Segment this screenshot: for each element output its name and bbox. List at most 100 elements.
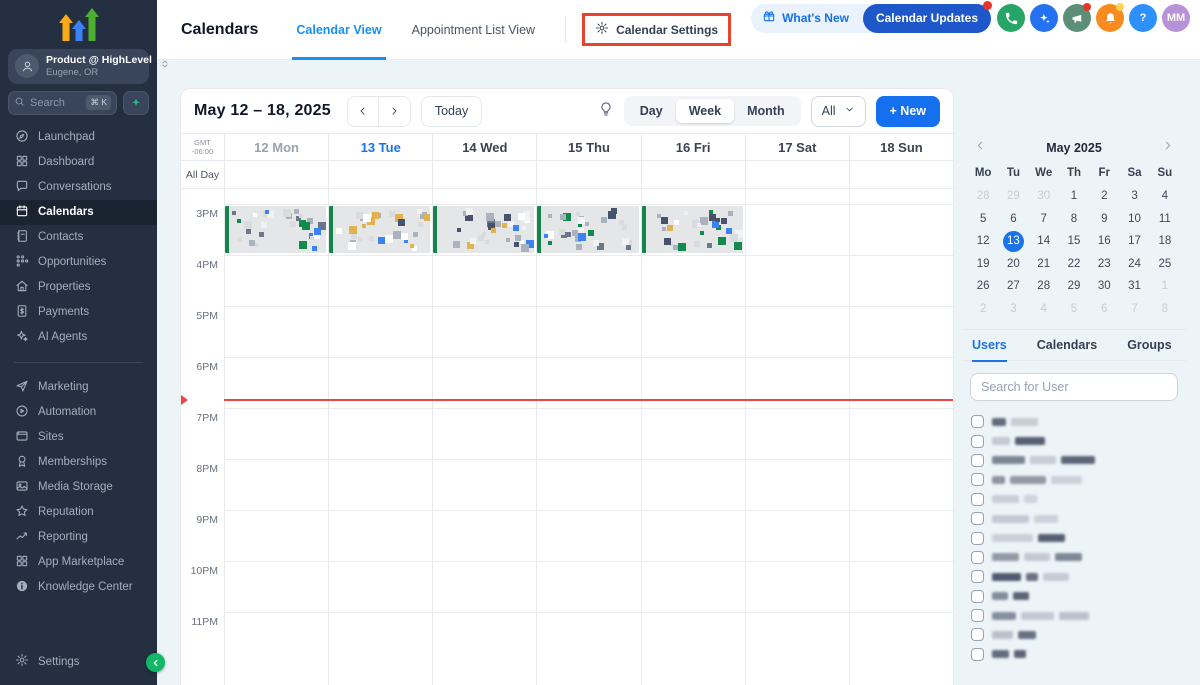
user-list-item-redacted[interactable]	[971, 451, 1186, 470]
mini-cal-prev-icon[interactable]	[974, 139, 987, 157]
sidebar-item-sites[interactable]: Sites	[0, 425, 157, 450]
user-list-item-redacted[interactable]	[971, 528, 1186, 547]
mini-cal-day[interactable]: 29	[998, 185, 1028, 208]
ai-sparkle-button[interactable]	[123, 90, 149, 115]
ai-sparkle-button[interactable]	[1030, 4, 1058, 32]
user-list-item-redacted[interactable]	[971, 587, 1186, 606]
sidebar-item-app-marketplace[interactable]: App Marketplace	[0, 550, 157, 575]
user-checkbox[interactable]	[971, 628, 984, 642]
phone-button[interactable]	[997, 4, 1025, 32]
view-month-button[interactable]: Month	[734, 99, 797, 123]
user-checkbox[interactable]	[971, 453, 984, 467]
sidebar-item-calendars[interactable]: Calendars	[0, 199, 157, 225]
mini-cal-day[interactable]: 30	[1029, 185, 1059, 208]
sidebar-item-settings[interactable]: Settings	[0, 649, 157, 674]
mini-cal-day[interactable]: 2	[968, 298, 998, 321]
sidebar-item-ai-agents[interactable]: AI Agents	[0, 325, 157, 350]
sidebar-item-conversations[interactable]: Conversations	[0, 175, 157, 200]
mini-cal-day[interactable]: 11	[1150, 208, 1180, 231]
mini-cal-day[interactable]: 5	[1059, 298, 1089, 321]
user-checkbox[interactable]	[971, 589, 984, 603]
appointment-event-redacted[interactable]	[641, 206, 743, 253]
mini-cal-day[interactable]: 1	[1059, 185, 1089, 208]
user-checkbox[interactable]	[971, 473, 984, 487]
calendar-settings-button[interactable]: Calendar Settings	[582, 13, 732, 46]
help-button[interactable]: ?	[1129, 4, 1157, 32]
sidebar-item-reporting[interactable]: Reporting	[0, 525, 157, 550]
calendar-filter-select[interactable]: All	[810, 95, 866, 127]
user-checkbox[interactable]	[971, 609, 984, 623]
user-list-item-redacted[interactable]	[971, 431, 1186, 450]
mini-cal-day[interactable]: 5	[968, 208, 998, 231]
sidebar-item-marketing[interactable]: Marketing	[0, 375, 157, 400]
mini-cal-day[interactable]: 30	[1089, 275, 1119, 298]
user-checkbox[interactable]	[971, 647, 984, 661]
sidebar-item-payments[interactable]: Payments	[0, 300, 157, 325]
account-switcher[interactable]: Product @ HighLevel Eugene, OR	[8, 49, 168, 84]
user-checkbox[interactable]	[971, 570, 984, 584]
appointment-event-redacted[interactable]	[329, 206, 431, 253]
sidebar-item-memberships[interactable]: Memberships	[0, 450, 157, 475]
mini-cal-day[interactable]: 14	[1029, 230, 1059, 253]
user-list-item-redacted[interactable]	[971, 548, 1186, 567]
mini-cal-day[interactable]: 8	[1150, 298, 1180, 321]
user-search-box[interactable]	[970, 373, 1178, 401]
mini-cal-day[interactable]: 18	[1150, 230, 1180, 253]
mini-cal-day[interactable]: 23	[1089, 253, 1119, 276]
sidebar-item-knowledge-center[interactable]: Knowledge Center	[0, 575, 157, 600]
mini-cal-day[interactable]: 21	[1029, 253, 1059, 276]
tab-calendar-view[interactable]: Calendar View	[292, 0, 386, 60]
mini-cal-day[interactable]: 27	[998, 275, 1028, 298]
mini-cal-day[interactable]: 12	[968, 230, 998, 253]
mini-cal-day[interactable]: 10	[1119, 208, 1149, 231]
sidebar-item-properties[interactable]: Properties	[0, 275, 157, 300]
mini-cal-next-icon[interactable]	[1161, 139, 1174, 157]
user-list-item-redacted[interactable]	[971, 470, 1186, 489]
user-checkbox[interactable]	[971, 550, 984, 564]
panel-tab-calendars[interactable]: Calendars	[1037, 330, 1097, 361]
sidebar-item-launchpad[interactable]: Launchpad	[0, 125, 157, 150]
user-list-item-redacted[interactable]	[971, 645, 1186, 664]
mini-cal-day[interactable]: 4	[1150, 185, 1180, 208]
panel-tab-groups[interactable]: Groups	[1127, 330, 1171, 361]
tab-appointment-list-view[interactable]: Appointment List View	[412, 0, 535, 60]
mini-cal-day[interactable]: 16	[1089, 230, 1119, 253]
mini-cal-day[interactable]: 28	[968, 185, 998, 208]
mini-cal-day[interactable]: 28	[1029, 275, 1059, 298]
mini-cal-day[interactable]: 26	[968, 275, 998, 298]
mini-cal-day[interactable]: 7	[1119, 298, 1149, 321]
mini-cal-day[interactable]: 2	[1089, 185, 1119, 208]
bell-button[interactable]	[1096, 3, 1124, 32]
panel-tab-users[interactable]: Users	[972, 330, 1007, 362]
user-checkbox[interactable]	[971, 415, 984, 429]
mini-cal-day[interactable]: 17	[1119, 230, 1149, 253]
user-checkbox[interactable]	[971, 512, 984, 526]
mini-cal-day[interactable]: 3	[998, 298, 1028, 321]
sidebar-search-input[interactable]: Search ⌘ K	[8, 90, 117, 115]
user-list-item-redacted[interactable]	[971, 509, 1186, 528]
appointment-event-redacted[interactable]	[537, 206, 639, 253]
mini-cal-day-selected[interactable]: 13	[998, 230, 1028, 253]
tips-bulb-icon[interactable]	[598, 101, 614, 122]
view-day-button[interactable]: Day	[627, 99, 676, 123]
user-search-input[interactable]	[981, 380, 1167, 394]
user-checkbox[interactable]	[971, 531, 984, 545]
new-appointment-button[interactable]: + New	[875, 95, 940, 127]
mini-cal-day[interactable]: 4	[1029, 298, 1059, 321]
mini-cal-day[interactable]: 6	[1089, 298, 1119, 321]
mini-cal-day[interactable]: 24	[1119, 253, 1149, 276]
mini-cal-day[interactable]: 8	[1059, 208, 1089, 231]
user-list-item-redacted[interactable]	[971, 412, 1186, 431]
whats-new-button[interactable]: What's New Calendar Updates	[751, 0, 992, 33]
sidebar-item-opportunities[interactable]: Opportunities	[0, 250, 157, 275]
avatar[interactable]: MM	[1162, 4, 1190, 32]
user-list-item-redacted[interactable]	[971, 606, 1186, 625]
user-checkbox[interactable]	[971, 492, 984, 506]
calendar-updates-badge[interactable]: Calendar Updates	[862, 0, 992, 33]
appointment-event-redacted[interactable]	[433, 206, 535, 253]
user-checkbox[interactable]	[971, 434, 984, 448]
mini-cal-day[interactable]: 7	[1029, 208, 1059, 231]
mini-cal-day[interactable]: 1	[1150, 275, 1180, 298]
mini-cal-day[interactable]: 6	[998, 208, 1028, 231]
mini-cal-day[interactable]: 29	[1059, 275, 1089, 298]
